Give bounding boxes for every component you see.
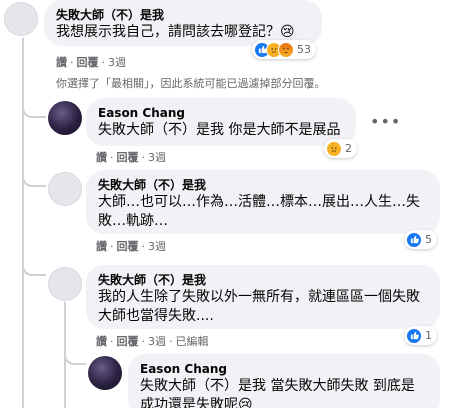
reaction-count: 53 bbox=[297, 43, 311, 56]
thread-line-main bbox=[22, 38, 24, 408]
avatar[interactable] bbox=[48, 267, 82, 301]
comment-bubble: 失敗大師（不）是我 我的人生除了失敗以外一無所有，就連區區一個失敗大師也當得失敗… bbox=[86, 265, 440, 329]
reaction-summary[interactable]: 1 bbox=[404, 326, 437, 345]
reaction-summary[interactable]: 2 bbox=[324, 139, 357, 158]
sad-icon bbox=[326, 140, 342, 157]
comment-bubble: Eason Chang 失敗大師（不）是我 你是大師不是展品 bbox=[86, 98, 356, 146]
like-button[interactable]: 讚 bbox=[96, 151, 107, 164]
comment-actions: 讚 · 回覆 · 3週 bbox=[96, 151, 166, 164]
comment-text: 我的人生除了失敗以外一無所有，就連區區一個失敗大師也當得失敗.... bbox=[98, 289, 420, 324]
comment-author[interactable]: Eason Chang bbox=[140, 361, 428, 377]
comment-text: 大師…也可以…作為…活體…標本…展出…人生…失敗…軌跡… bbox=[98, 194, 420, 229]
comment-text: 失敗大師（不）是我 你是大師不是展品 bbox=[98, 122, 341, 138]
timestamp[interactable]: 3週 bbox=[108, 56, 126, 69]
reply-button[interactable]: 回覆 bbox=[117, 151, 139, 164]
thread-curve-2 bbox=[22, 165, 46, 187]
thread-curve-3 bbox=[22, 254, 46, 276]
like-button[interactable]: 讚 bbox=[96, 240, 107, 253]
comment-bubble: Eason Chang 失敗大師（不）是我 當失敗大師失敗 到底是成功還是失敗呢… bbox=[128, 354, 440, 408]
comment-author[interactable]: Eason Chang bbox=[98, 105, 344, 121]
comment-author[interactable]: 失敗大師（不）是我 bbox=[56, 7, 310, 23]
reply-button[interactable]: 回覆 bbox=[117, 335, 139, 348]
avatar[interactable] bbox=[48, 101, 82, 135]
like-button[interactable]: 讚 bbox=[56, 56, 67, 69]
reaction-count: 2 bbox=[345, 142, 352, 155]
comment-actions: 讚 · 回覆 · 3週 bbox=[56, 56, 126, 69]
comment-author[interactable]: 失敗大師（不）是我 bbox=[98, 272, 428, 288]
filter-notice: 你選擇了「最相關」，因此系統可能已過濾掉部分回覆。 bbox=[56, 77, 326, 90]
thread-curve-1 bbox=[22, 96, 46, 118]
reply-button[interactable]: 回覆 bbox=[77, 56, 99, 69]
comment-bubble: 失敗大師（不）是我 大師…也可以…作為…活體…標本…展出…人生…失敗…軌跡… bbox=[86, 170, 440, 234]
avatar[interactable] bbox=[48, 172, 82, 206]
reaction-summary[interactable]: 53 bbox=[252, 40, 316, 59]
like-icon bbox=[406, 231, 422, 248]
reaction-count: 1 bbox=[425, 329, 432, 342]
comment-author[interactable]: 失敗大師（不）是我 bbox=[98, 177, 428, 193]
reaction-summary[interactable]: 5 bbox=[404, 230, 437, 249]
edited-label[interactable]: 已編輯 bbox=[176, 335, 209, 348]
avatar[interactable] bbox=[4, 2, 38, 36]
comment-actions: 讚 · 回覆 · 3週 · 已編輯 bbox=[96, 335, 209, 348]
timestamp[interactable]: 3週 bbox=[148, 240, 166, 253]
angry-icon bbox=[278, 41, 294, 58]
thread-curve-4 bbox=[64, 345, 86, 365]
reply-button[interactable]: 回覆 bbox=[117, 240, 139, 253]
timestamp[interactable]: 3週 bbox=[148, 335, 166, 348]
like-icon bbox=[406, 327, 422, 344]
timestamp[interactable]: 3週 bbox=[148, 151, 166, 164]
like-button[interactable]: 讚 bbox=[96, 335, 107, 348]
comment-text: 失敗大師（不）是我 當失敗大師失敗 到底是成功還是失敗呢😢 bbox=[140, 378, 415, 408]
avatar[interactable] bbox=[88, 356, 122, 390]
more-options-icon[interactable]: ••• bbox=[370, 112, 401, 131]
comment-actions: 讚 · 回覆 · 3週 bbox=[96, 240, 166, 253]
reaction-count: 5 bbox=[425, 233, 432, 246]
